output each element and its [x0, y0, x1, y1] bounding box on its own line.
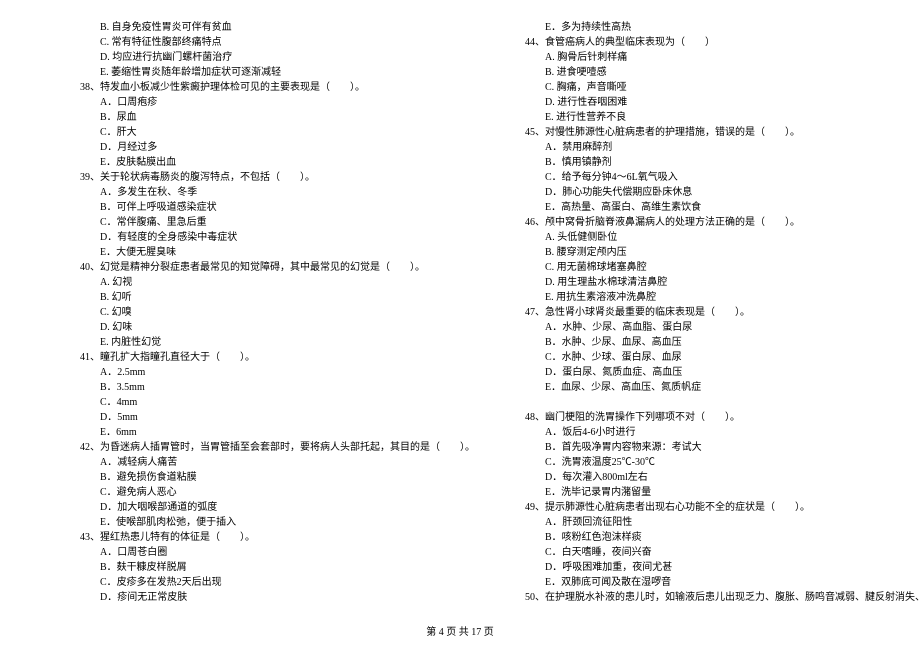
option-line: B. 幻听	[70, 290, 475, 305]
option-line	[515, 395, 920, 410]
option-line: C．水肿、少球、蛋白尿、血尿	[515, 350, 920, 365]
option-line: E．洗毕记录胃内潴留量	[515, 485, 920, 500]
option-line: C. 胸痛，声音嘶哑	[515, 80, 920, 95]
option-line: A．肝颈回流征阳性	[515, 515, 920, 530]
right-column: E．多为持续性高热44、食管癌病人的典型临床表现为（ ）A. 胸骨后针刺样痛B.…	[495, 20, 920, 615]
option-line: D．有轻度的全身感染中毒症状	[70, 230, 475, 245]
option-line: A. 幻视	[70, 275, 475, 290]
option-line: E. 内脏性幻觉	[70, 335, 475, 350]
question-line: 49、提示肺源性心脏病患者出现右心功能不全的症状是（ ）。	[515, 500, 920, 515]
question-line: 43、猩红热患儿特有的体征是（ ）。	[70, 530, 475, 545]
question-line: 38、特发血小板减少性紫癜护理体检可见的主要表现是（ ）。	[70, 80, 475, 95]
option-line: C．洗胃液温度25℃-30℃	[515, 455, 920, 470]
option-line: C. 幻嗅	[70, 305, 475, 320]
question-line: 50、在护理脱水补液的患儿时，如输液后患儿出现乏力、腹胀、肠鸣音减弱、腱反射消失…	[515, 590, 920, 605]
option-line: A．多发生在秋、冬季	[70, 185, 475, 200]
option-line: C．常伴腹痛、里急后重	[70, 215, 475, 230]
option-line: C. 常有特征性腹部终痛特点	[70, 35, 475, 50]
option-line: D．加大咽喉部通道的弧度	[70, 500, 475, 515]
option-line: E．多为持续性高热	[515, 20, 920, 35]
option-line: B．避免损伤食道粘膜	[70, 470, 475, 485]
option-line: D．5mm	[70, 410, 475, 425]
option-line: B．咳粉红色泡沫样痰	[515, 530, 920, 545]
option-line: E．6mm	[70, 425, 475, 440]
option-line: E．皮肤黏膜出血	[70, 155, 475, 170]
question-line: 44、食管癌病人的典型临床表现为（ ）	[515, 35, 920, 50]
question-line: 40、幻觉是精神分裂症患者最常见的知觉障碍，其中最常见的幻觉是（ ）。	[70, 260, 475, 275]
option-line: B. 进食哽噎感	[515, 65, 920, 80]
option-line: D. 用生理盐水棉球清洁鼻腔	[515, 275, 920, 290]
option-line: A．禁用麻醉剂	[515, 140, 920, 155]
option-line: D．肺心功能失代偿期应卧床休息	[515, 185, 920, 200]
option-line: B. 腰穿测定颅内压	[515, 245, 920, 260]
left-column: B. 自身免疫性胃炎可伴有贫血C. 常有特征性腹部终痛特点D. 均应进行抗幽门螺…	[70, 20, 495, 615]
option-line: A．口周苍白圈	[70, 545, 475, 560]
option-line: E．血尿、少尿、高血压、氮质帆症	[515, 380, 920, 395]
option-line: E．高热量、高蛋白、高维生素饮食	[515, 200, 920, 215]
question-line: 47、急性肾小球肾炎最重要的临床表现是（ ）。	[515, 305, 920, 320]
option-line: B. 自身免疫性胃炎可伴有贫血	[70, 20, 475, 35]
option-line: A. 头低健侧卧位	[515, 230, 920, 245]
option-line: E. 进行性营养不良	[515, 110, 920, 125]
option-line: B．可伴上呼吸道感染症状	[70, 200, 475, 215]
option-line: C. 用无菌棉球堵塞鼻腔	[515, 260, 920, 275]
option-line: D. 进行性吞咽困难	[515, 95, 920, 110]
option-line: B．首先吸净胃内容物来源：考试大	[515, 440, 920, 455]
option-line: A．口周疱疹	[70, 95, 475, 110]
option-line: D．月经过多	[70, 140, 475, 155]
option-line: D. 均应进行抗幽门螺杆菌治疗	[70, 50, 475, 65]
option-line: B．3.5mm	[70, 380, 475, 395]
option-line: D．蛋白尿、氮质血症、高血压	[515, 365, 920, 380]
question-line: 48、幽门梗阻的洗胃操作下列哪项不对（ ）。	[515, 410, 920, 425]
question-line: 39、关于轮状病毒肠炎的腹泻特点，不包括（ ）。	[70, 170, 475, 185]
option-line: D．呼吸困难加重，夜间尤甚	[515, 560, 920, 575]
question-line: 42、为昏迷病人插胃管时，当胃管插至会套部时，要将病人头部托起，其目的是（ ）。	[70, 440, 475, 455]
question-line: 46、颅中窝骨折脑脊液鼻漏病人的处理方法正确的是（ ）。	[515, 215, 920, 230]
option-line: E．大便无腥臭味	[70, 245, 475, 260]
option-line: C．皮疹多在发热2天后出现	[70, 575, 475, 590]
option-line: A．2.5mm	[70, 365, 475, 380]
option-line: C．肝大	[70, 125, 475, 140]
page-container: B. 自身免疫性胃炎可伴有贫血C. 常有特征性腹部终痛特点D. 均应进行抗幽门螺…	[0, 0, 920, 615]
option-line: B．水肿、少尿、血尿、高血压	[515, 335, 920, 350]
option-line: B．尿血	[70, 110, 475, 125]
option-line: A．饭后4-6小时进行	[515, 425, 920, 440]
option-line: D．每次灌入800ml左右	[515, 470, 920, 485]
option-line: C．避免病人恶心	[70, 485, 475, 500]
option-line: B．麸干糠皮样脱屑	[70, 560, 475, 575]
option-line: D．疹间无正常皮肤	[70, 590, 475, 605]
option-line: B．慎用镇静剂	[515, 155, 920, 170]
option-line: E. 用抗生素溶液冲洗鼻腔	[515, 290, 920, 305]
option-line: E．双肺底可闻及散在湿啰音	[515, 575, 920, 590]
option-line: A. 胸骨后针刺样痛	[515, 50, 920, 65]
option-line: C．给予每分钟4～6L氧气吸入	[515, 170, 920, 185]
option-line: A．水肿、少尿、高血脂、蛋白尿	[515, 320, 920, 335]
page-footer: 第 4 页 共 17 页	[0, 623, 920, 638]
option-line: E. 萎缩性胃炎随年龄增加症状可逐渐减轻	[70, 65, 475, 80]
question-line: 45、对慢性肺源性心脏病患者的护理措施，错误的是（ ）。	[515, 125, 920, 140]
option-line: D. 幻味	[70, 320, 475, 335]
question-line: 41、瞳孔扩大指瞳孔直径大于（ ）。	[70, 350, 475, 365]
option-line: C．4mm	[70, 395, 475, 410]
option-line: C．白天嗜睡，夜间兴奋	[515, 545, 920, 560]
option-line: E．使喉部肌肉松弛，便于插入	[70, 515, 475, 530]
option-line: A．减轻病人痛苦	[70, 455, 475, 470]
